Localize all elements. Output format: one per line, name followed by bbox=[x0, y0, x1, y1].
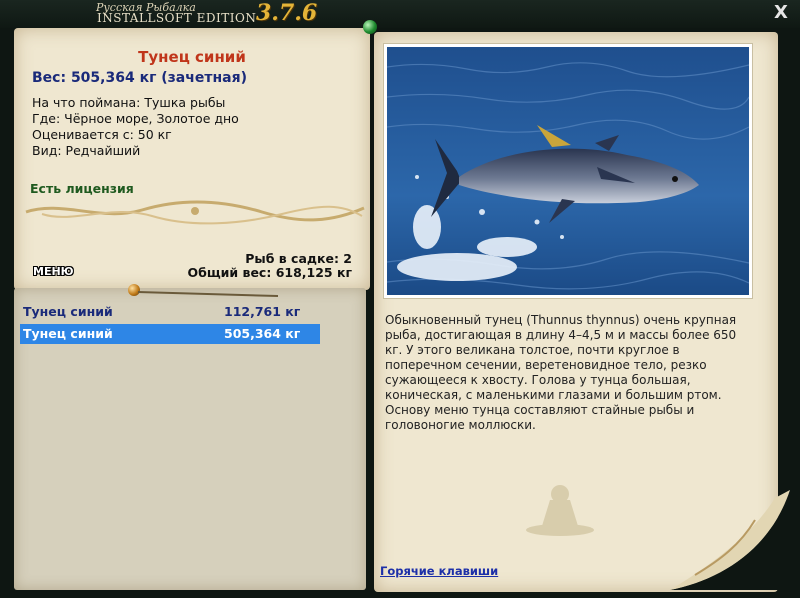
close-button[interactable]: X bbox=[770, 2, 792, 24]
valued-from: Оценивается с: 50 кг bbox=[32, 127, 172, 142]
fisherman-emblem-icon bbox=[526, 485, 594, 536]
fish-weight: Вес: 505,364 кг (зачетная) bbox=[32, 70, 247, 86]
page-curl-icon bbox=[670, 490, 790, 590]
brand-title: INSTALLSOFT EDITION bbox=[97, 11, 257, 25]
fish-photo-frame bbox=[384, 44, 752, 298]
version-label: 3.7.6 bbox=[256, 0, 318, 26]
catch-list-item-selected[interactable]: Тунец синий 505,364 кг bbox=[20, 324, 320, 344]
cage-fish-count: Рыб в садке: 2 bbox=[245, 251, 352, 266]
fish-kind: Вид: Редчайший bbox=[32, 143, 141, 158]
rod-icon bbox=[138, 291, 279, 297]
fish-description: Обыкновенный тунец (Thunnus thynnus) оче… bbox=[385, 313, 737, 432]
cage-total-weight: Общий вес: 618,125 кг bbox=[187, 265, 353, 280]
ornament-divider-icon bbox=[25, 200, 365, 225]
fish-name: Тунец синий bbox=[138, 48, 246, 66]
catch-name: Тунец синий bbox=[23, 326, 113, 341]
caught-on: На что поймана: Тушка рыбы bbox=[32, 95, 226, 110]
tuna-photo bbox=[387, 47, 749, 295]
license-status: Есть лицензия bbox=[30, 181, 134, 196]
title-bar: Русская Рыбалка INSTALLSOFT EDITION 3.7.… bbox=[0, 0, 800, 28]
catch-weight: 112,761 кг bbox=[224, 304, 301, 319]
menu-button[interactable]: МЕНЮ bbox=[33, 265, 74, 278]
catch-name: Тунец синий bbox=[23, 304, 113, 319]
catch-location: Где: Чёрное море, Золотое дно bbox=[32, 111, 239, 126]
catch-list-item[interactable]: Тунец синий 112,761 кг bbox=[20, 302, 320, 322]
pin-icon bbox=[363, 20, 377, 34]
hotkeys-link[interactable]: Горячие клавиши bbox=[380, 564, 498, 578]
catch-weight: 505,364 кг bbox=[224, 326, 301, 341]
